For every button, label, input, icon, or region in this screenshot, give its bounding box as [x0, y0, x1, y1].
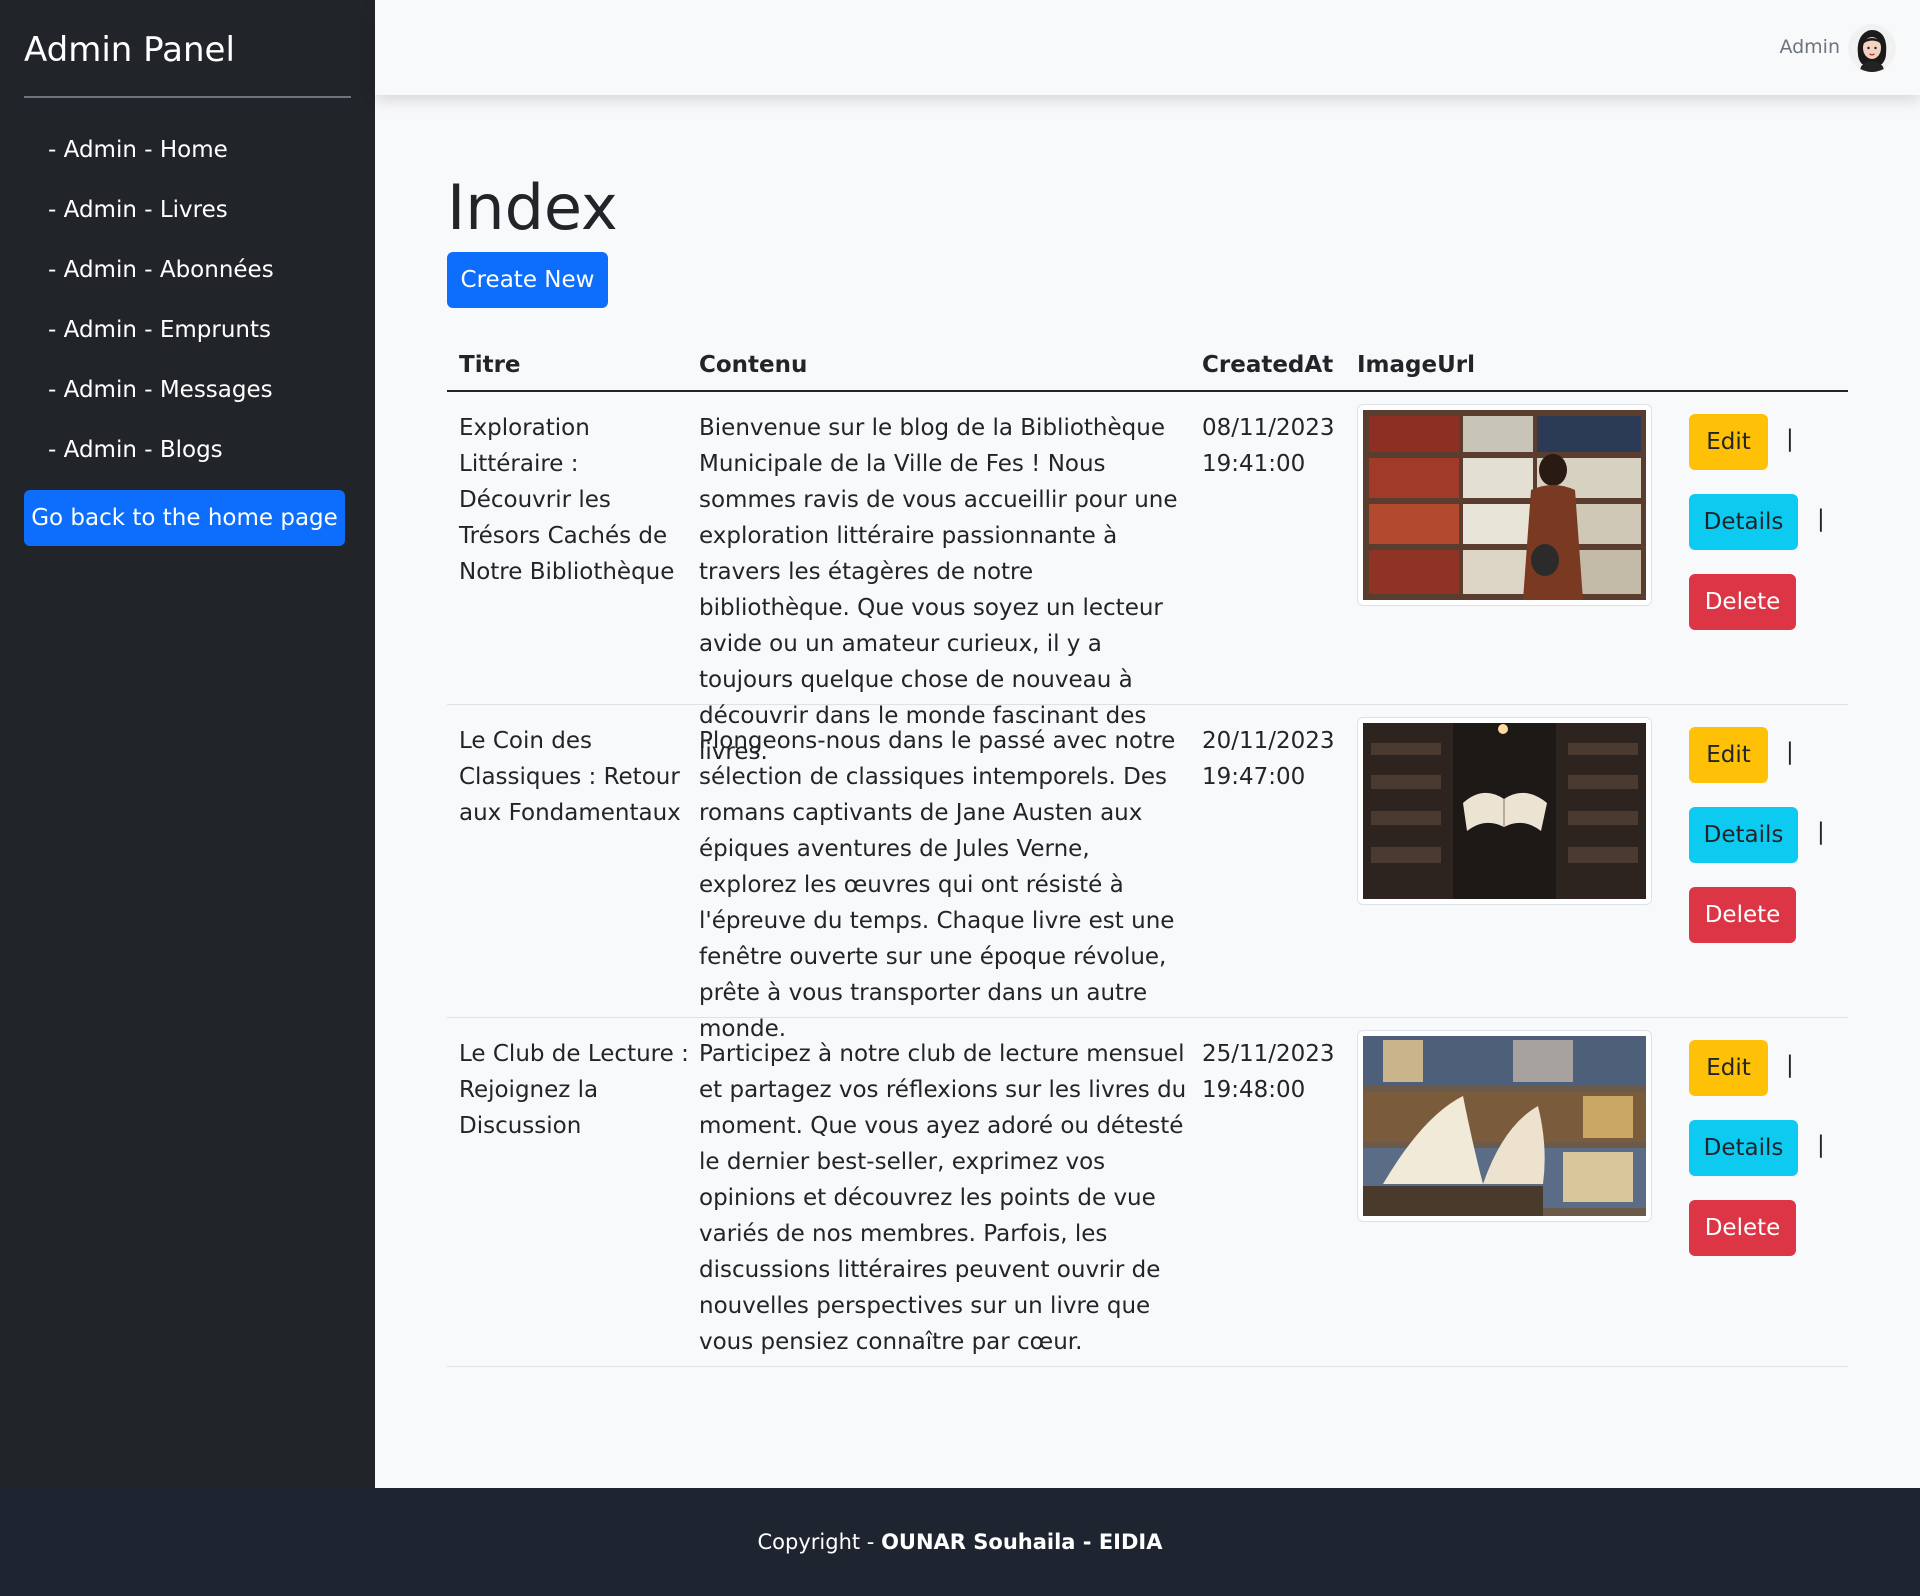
- create-new-button[interactable]: Create New: [447, 252, 608, 308]
- column-header-createdat: CreatedAt: [1202, 352, 1334, 378]
- action-separator: |: [1786, 426, 1794, 452]
- top-navbar: Admin: [375, 0, 1920, 95]
- action-separator: |: [1817, 1132, 1825, 1158]
- delete-button[interactable]: Delete: [1689, 1200, 1796, 1256]
- edit-button[interactable]: Edit: [1689, 727, 1768, 783]
- row-createdat: 25/11/2023 19:48:00: [1202, 1036, 1342, 1108]
- footer: Copyright - OUNAR Souhaila - EIDIA: [0, 1488, 1920, 1596]
- open-book-image: [1363, 1036, 1646, 1216]
- row-thumbnail: [1357, 717, 1652, 905]
- row-time: 19:47:00: [1202, 764, 1306, 790]
- action-separator: |: [1786, 1052, 1794, 1078]
- table-row: Le Club de Lecture : Rejoignez la Discus…: [447, 1018, 1848, 1367]
- table-row: Exploration Littéraire : Découvrir les T…: [447, 392, 1848, 765]
- sidebar-item-abonnees[interactable]: - Admin - Abonnées: [48, 250, 274, 310]
- sidebar-nav: - Admin - Home - Admin - Livres - Admin …: [48, 130, 274, 490]
- row-titre: Le Club de Lecture : Rejoignez la Discus…: [459, 1041, 689, 1139]
- row-thumbnail: [1357, 404, 1652, 606]
- delete-button[interactable]: Delete: [1689, 574, 1796, 630]
- row-date: 08/11/2023: [1202, 415, 1335, 441]
- details-button[interactable]: Details: [1689, 494, 1798, 550]
- row-createdat: 20/11/2023 19:47:00: [1202, 723, 1342, 795]
- delete-button[interactable]: Delete: [1689, 887, 1796, 943]
- row-createdat: 08/11/2023 19:41:00: [1202, 410, 1342, 482]
- footer-org: EIDIA: [1098, 1530, 1163, 1554]
- sidebar-item-home[interactable]: - Admin - Home: [48, 130, 274, 190]
- footer-author: OUNAR Souhaila: [881, 1530, 1076, 1554]
- sidebar-item-emprunts[interactable]: - Admin - Emprunts: [48, 310, 274, 370]
- floating-book-image: [1363, 723, 1646, 899]
- user-avatar-icon[interactable]: [1848, 24, 1896, 72]
- row-time: 19:41:00: [1202, 451, 1306, 477]
- action-separator: |: [1817, 819, 1825, 845]
- row-date: 20/11/2023: [1202, 728, 1335, 754]
- edit-button[interactable]: Edit: [1689, 414, 1768, 470]
- sidebar-item-blogs[interactable]: - Admin - Blogs: [48, 430, 274, 490]
- row-time: 19:48:00: [1202, 1077, 1306, 1103]
- footer-separator: -: [1075, 1530, 1099, 1554]
- column-header-titre: Titre: [459, 352, 521, 378]
- column-header-imageurl: ImageUrl: [1357, 352, 1476, 378]
- row-contenu: Plongeons-nous dans le passé avec notre …: [699, 728, 1176, 1042]
- sidebar-title: Admin Panel: [24, 30, 235, 70]
- edit-button[interactable]: Edit: [1689, 1040, 1768, 1096]
- action-separator: |: [1817, 506, 1825, 532]
- sidebar-item-messages[interactable]: - Admin - Messages: [48, 370, 274, 430]
- row-date: 25/11/2023: [1202, 1041, 1335, 1067]
- table-row: Le Coin des Classiques : Retour aux Fond…: [447, 705, 1848, 1042]
- column-header-contenu: Contenu: [699, 352, 808, 378]
- library-shelves-image: [1363, 410, 1646, 600]
- details-button[interactable]: Details: [1689, 1120, 1798, 1176]
- sidebar-item-livres[interactable]: - Admin - Livres: [48, 190, 274, 250]
- row-titre: Exploration Littéraire : Découvrir les T…: [459, 415, 675, 585]
- row-contenu: Participez à notre club de lecture mensu…: [699, 1041, 1187, 1355]
- sidebar: Admin Panel - Admin - Home - Admin - Liv…: [0, 0, 375, 1488]
- footer-prefix: Copyright -: [757, 1530, 882, 1554]
- row-titre: Le Coin des Classiques : Retour aux Fond…: [459, 728, 681, 826]
- sidebar-divider: [24, 96, 351, 98]
- page-title: Index: [447, 171, 618, 244]
- blogs-table: Titre Contenu CreatedAt ImageUrl Explora…: [447, 340, 1848, 1367]
- details-button[interactable]: Details: [1689, 807, 1798, 863]
- table-header: Titre Contenu CreatedAt ImageUrl: [447, 340, 1848, 392]
- row-thumbnail: [1357, 1030, 1652, 1222]
- back-home-button[interactable]: Go back to the home page: [24, 490, 345, 546]
- action-separator: |: [1786, 739, 1794, 765]
- user-name[interactable]: Admin: [1779, 36, 1840, 58]
